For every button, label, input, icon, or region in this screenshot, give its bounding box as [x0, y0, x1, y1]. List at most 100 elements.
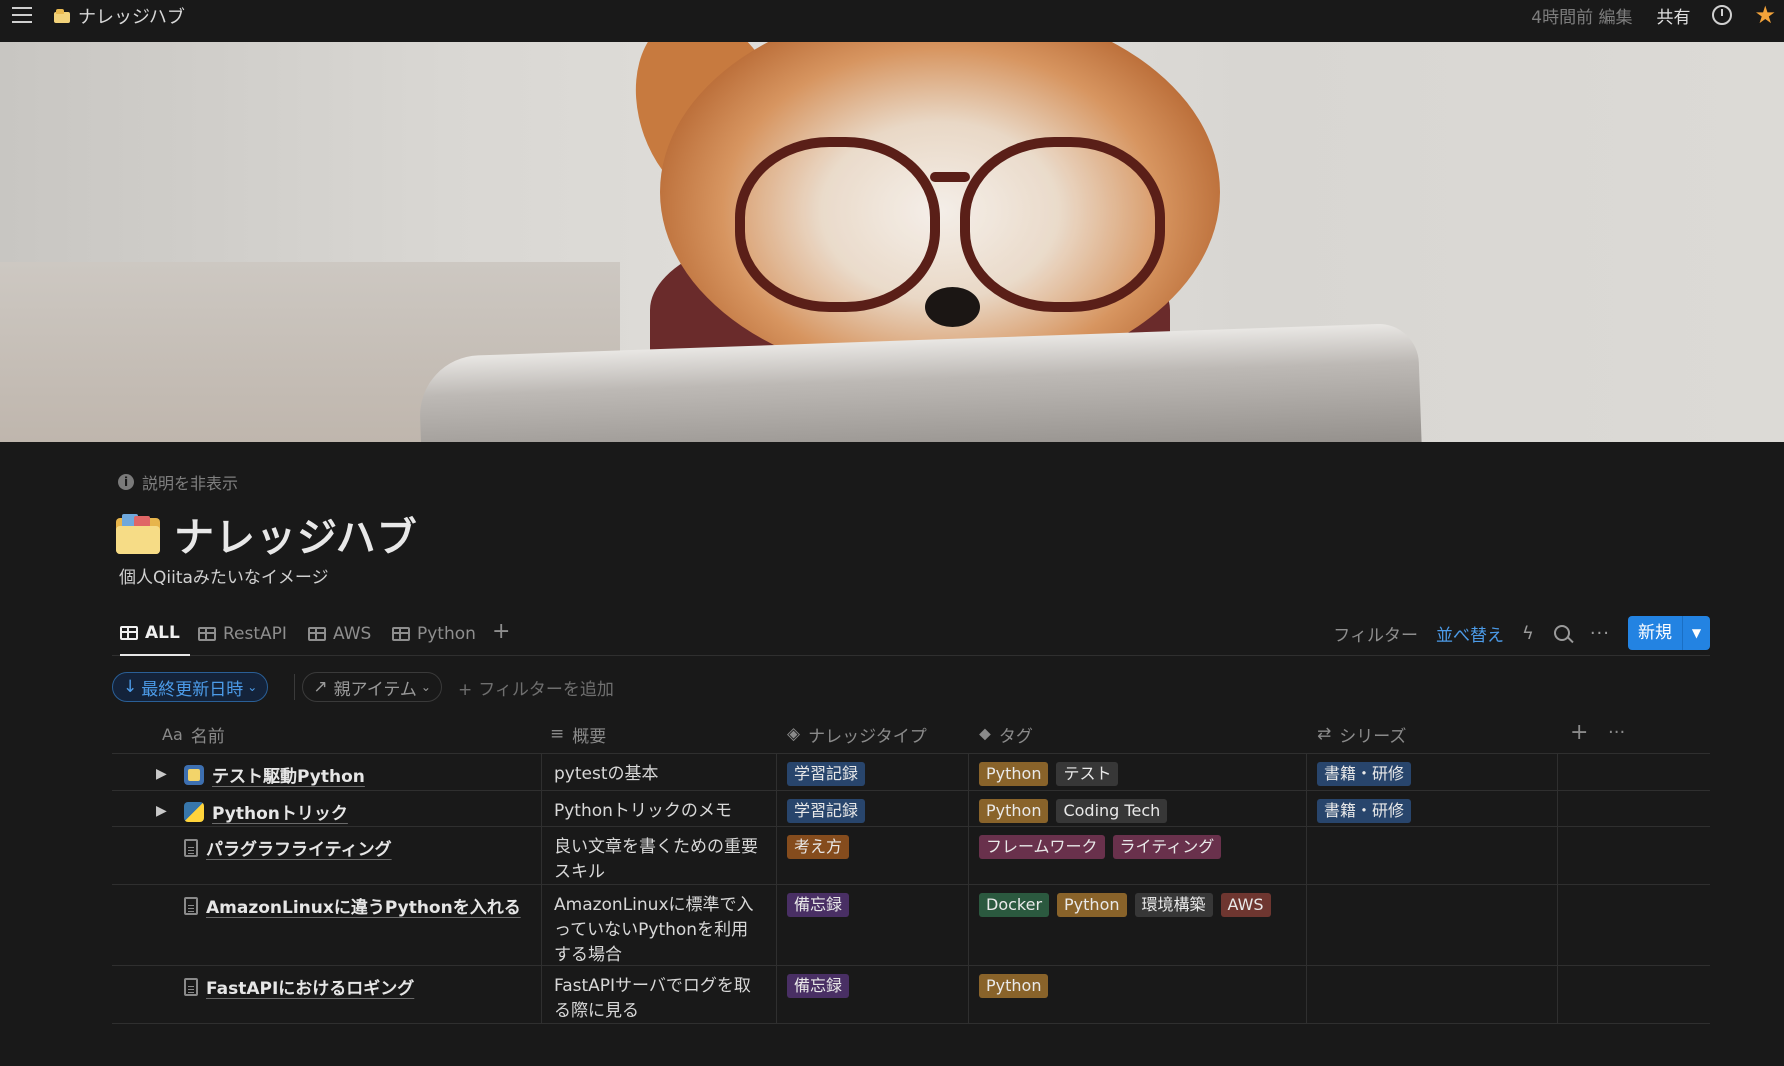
table-icon	[308, 627, 326, 641]
summary-cell[interactable]: AmazonLinuxに標準で入っていないPythonを利用する場合	[542, 885, 777, 965]
top-actions: 4時間前 編集 共有 ★	[1531, 0, 1784, 30]
page-link[interactable]: FastAPIにおけるロギング	[184, 974, 414, 999]
add-property-plus-icon[interactable]: +	[1570, 720, 1588, 745]
hide-description-toggle[interactable]: i 説明を非表示	[118, 470, 238, 494]
series-cell[interactable]	[1307, 885, 1558, 965]
tags-cell[interactable]: フレームワーク ライティング	[969, 827, 1307, 884]
tag-chip: 環境構築	[1134, 893, 1213, 917]
tag-chip: Python	[1057, 893, 1127, 917]
table-row[interactable]: AmazonLinuxに違うPythonを入れる AmazonLinuxに標準で入…	[112, 885, 1710, 966]
table-body: ▶ テスト駆動Python pytestの基本 学習記録 Python テスト 書籍・研修 ▶…	[112, 754, 1710, 1024]
table-row[interactable]: FastAPIにおけるロギング FastAPIサーバでログを取る際に見る 備忘録 Py…	[112, 966, 1710, 1024]
series-cell[interactable]	[1307, 966, 1558, 1023]
series-cell[interactable]: 書籍・研修	[1307, 791, 1558, 826]
sort-pill[interactable]: ↓ 最終更新日時 ⌄	[112, 672, 269, 702]
name-cell[interactable]: パラグラフライティング	[112, 827, 542, 884]
tags-cell-chips: Python テスト	[979, 762, 1119, 786]
favorite-star-icon[interactable]: ★	[1754, 3, 1776, 27]
shapes-icon: ◈	[787, 724, 801, 744]
series-cell-chips: 書籍・研修	[1317, 799, 1412, 823]
table-header: Aa 名前 ≡ 概要 ◈ ナレッジタイプ ⬥ タグ ⇄ シリーズ + ···	[112, 714, 1710, 754]
tags-cell[interactable]: Python テスト	[969, 754, 1307, 790]
breadcrumb-label: ナレッジハブ	[78, 7, 185, 28]
column-header-summary[interactable]: ≡ 概要	[550, 714, 606, 754]
new-button[interactable]: 新規	[1628, 616, 1682, 650]
tab-python[interactable]: Python	[392, 612, 476, 656]
tab-aws[interactable]: AWS	[308, 612, 371, 656]
page-title-row: ナレッジハブ	[116, 505, 418, 563]
text-property-icon: Aa	[162, 724, 183, 744]
filter-button[interactable]: フィルター	[1333, 621, 1418, 646]
page-description[interactable]: 個人Qiitaみたいなイメージ	[119, 563, 329, 588]
tag-chip: 備忘録	[787, 893, 850, 917]
database-table: Aa 名前 ≡ 概要 ◈ ナレッジタイプ ⬥ タグ ⇄ シリーズ + ··· ▶…	[112, 714, 1710, 1024]
tag-chip: 書籍・研修	[1317, 799, 1412, 823]
name-cell[interactable]: ▶ テスト駆動Python	[112, 754, 542, 790]
add-view-plus-icon[interactable]: +	[492, 619, 510, 644]
summary-text: pytestの基本	[554, 764, 659, 784]
tags-cell-chips: フレームワーク ライティング	[979, 835, 1222, 859]
divider	[294, 674, 295, 700]
automation-bolt-icon[interactable]: ϟ	[1522, 623, 1534, 644]
name-cell[interactable]: AmazonLinuxに違うPythonを入れる	[112, 885, 542, 965]
expand-triangle-icon[interactable]: ▶	[156, 803, 167, 819]
knowledge-type-cell[interactable]: 学習記録	[777, 754, 969, 790]
page-title[interactable]: ナレッジハブ	[174, 505, 418, 563]
more-options-icon[interactable]: ···	[1590, 623, 1610, 644]
info-icon: i	[118, 474, 134, 490]
column-header-name[interactable]: Aa 名前	[162, 714, 225, 754]
summary-cell[interactable]: pytestの基本	[542, 754, 777, 790]
cover-image[interactable]	[0, 42, 1784, 442]
arrow-down-icon: ↓	[123, 677, 138, 697]
share-button[interactable]: 共有	[1656, 3, 1690, 28]
history-clock-icon[interactable]	[1712, 5, 1733, 25]
view-actions: フィルター 並べ替え ϟ ··· 新規 ▼	[1333, 616, 1710, 650]
tag-chip: Coding Tech	[1056, 799, 1168, 823]
tab-restapi[interactable]: RestAPI	[198, 612, 287, 656]
new-dropdown-chevron-icon[interactable]: ▼	[1682, 616, 1710, 650]
summary-cell[interactable]: Pythonトリックのメモ	[542, 791, 777, 826]
tag-chip: ライティング	[1112, 835, 1222, 859]
hamburger-menu-icon[interactable]	[10, 3, 34, 27]
knowledge-type-cell-chips: 備忘録	[787, 893, 850, 917]
search-icon[interactable]	[1553, 625, 1570, 641]
column-header-series[interactable]: ⇄ シリーズ	[1317, 714, 1406, 754]
parent-item-pill[interactable]: ↗ 親アイテム ⌄	[302, 672, 442, 702]
top-bar: ナレッジハブ 4時間前 編集 共有 ★	[0, 0, 1784, 42]
tags-cell[interactable]: Python	[969, 966, 1307, 1023]
table-row[interactable]: ▶ Pythonトリック Pythonトリックのメモ 学習記録 Python Coding…	[112, 791, 1710, 827]
page-link[interactable]: Pythonトリック	[184, 799, 348, 824]
page-title-text: パラグラフライティング	[206, 840, 392, 860]
column-header-type[interactable]: ◈ ナレッジタイプ	[787, 714, 927, 754]
column-header-tags[interactable]: ⬥ タグ	[979, 714, 1033, 754]
summary-cell[interactable]: FastAPIサーバでログを取る際に見る	[542, 966, 777, 1023]
table-row[interactable]: ▶ テスト駆動Python pytestの基本 学習記録 Python テスト 書籍・研修	[112, 754, 1710, 791]
name-cell[interactable]: ▶ Pythonトリック	[112, 791, 542, 826]
knowledge-type-cell[interactable]: 考え方	[777, 827, 969, 884]
knowledge-type-cell-chips: 学習記録	[787, 799, 866, 823]
more-options-icon[interactable]: ···	[1608, 722, 1625, 743]
expand-triangle-icon[interactable]: ▶	[156, 766, 167, 782]
page-title-text: Pythonトリック	[212, 804, 348, 824]
knowledge-type-cell[interactable]: 備忘録	[777, 966, 969, 1023]
folder-icon[interactable]	[116, 514, 160, 554]
page-link[interactable]: テスト駆動Python	[184, 762, 365, 787]
name-cell[interactable]: FastAPIにおけるロギング	[112, 966, 542, 1023]
series-cell[interactable]	[1307, 827, 1558, 884]
tags-cell[interactable]: Docker Python 環境構築 AWS	[969, 885, 1307, 965]
sort-button[interactable]: 並べ替え	[1436, 621, 1504, 646]
knowledge-type-cell[interactable]: 備忘録	[777, 885, 969, 965]
chevron-down-icon: ⌄	[420, 680, 431, 694]
tags-cell[interactable]: Python Coding Tech	[969, 791, 1307, 826]
page-link[interactable]: パラグラフライティング	[184, 835, 392, 860]
add-filter-button[interactable]: + フィルターを追加	[458, 675, 614, 700]
summary-cell[interactable]: 良い文章を書くための重要スキル	[542, 827, 777, 884]
table-row[interactable]: パラグラフライティング 良い文章を書くための重要スキル 考え方 フレームワーク ライティ…	[112, 827, 1710, 885]
tab-all[interactable]: ALL	[120, 612, 190, 656]
knowledge-type-cell[interactable]: 学習記録	[777, 791, 969, 826]
summary-text: AmazonLinuxに標準で入っていないPythonを利用する場合	[554, 895, 754, 965]
knowledge-type-cell-chips: 考え方	[787, 835, 850, 859]
breadcrumb[interactable]: ナレッジハブ	[54, 3, 185, 29]
page-link[interactable]: AmazonLinuxに違うPythonを入れる	[184, 893, 521, 918]
series-cell[interactable]: 書籍・研修	[1307, 754, 1558, 790]
